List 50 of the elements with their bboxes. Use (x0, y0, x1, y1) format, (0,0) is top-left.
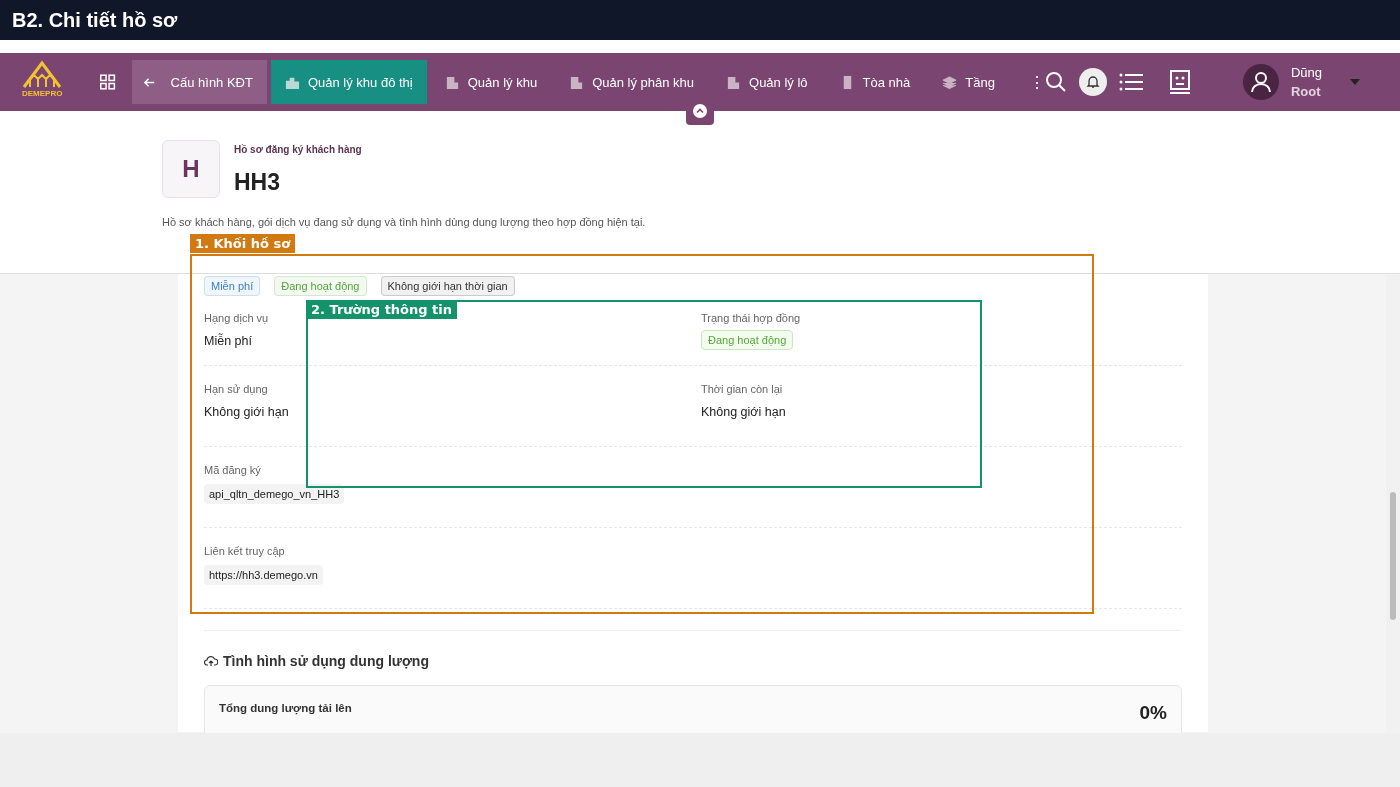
page-subtitle: Hồ sơ đăng ký khách hàng (234, 144, 362, 155)
bell-icon (1085, 75, 1100, 89)
notification-bell-button[interactable] (1078, 68, 1107, 96)
user-name: Dũng (1290, 65, 1322, 80)
building-icon (569, 74, 585, 90)
field-label: Trạng thái hợp đồng (701, 312, 802, 324)
field-label: Hạng dịch vụ (204, 312, 270, 324)
page-title: HH3 (234, 169, 281, 196)
field-label: Mã đăng ký (204, 464, 262, 476)
field-value: Miễn phí (204, 334, 252, 348)
scrollbar[interactable] (1386, 275, 1400, 733)
cloud-upload-icon (204, 655, 218, 667)
nav-tab[interactable]: Quản lý phân khu (555, 60, 709, 104)
page-description: Hồ sơ khách hàng, gói dịch vụ đang sử dụng và tình hình dùng dung lượng theo hợp đồng hiện tại. (162, 216, 647, 228)
nav-tab[interactable]: Tầng (928, 60, 1009, 104)
field-label: Thời gian còn lại (701, 383, 784, 395)
tag: Đang hoạt động (274, 276, 367, 296)
list-icon[interactable] (1118, 72, 1143, 92)
nav-tab[interactable]: Quản lý khu (430, 60, 552, 104)
more-menu-button[interactable]: ⋮ (1028, 72, 1045, 92)
annotation-label: 2. Trường thông tin (306, 300, 458, 319)
status-tag: Đang hoạt động (701, 330, 794, 350)
face-screen-icon[interactable] (1168, 70, 1191, 94)
user-avatar[interactable] (1242, 64, 1279, 100)
usage-percent: 0% (1139, 702, 1167, 725)
nav-tab[interactable]: Quản lý khu đô thị (270, 60, 427, 104)
field-label: Liên kết truy cập (204, 545, 286, 557)
profile-avatar: H (162, 140, 220, 198)
annotation-label: 1. Khối hồ sơ (190, 234, 296, 253)
section-title: Tình hình sử dụng dung lượng (223, 653, 429, 669)
search-icon[interactable] (1044, 71, 1067, 93)
layers-icon (942, 74, 958, 90)
field-value: Không giới hạn (701, 405, 786, 419)
field-value: api_qltn_demego_vn_HH3 (204, 484, 345, 504)
tag: Không giới hạn thời gian (380, 276, 515, 296)
apps-grid-icon[interactable] (100, 72, 116, 92)
field-label: Hạn sử dụng (204, 383, 269, 395)
video-caption: B2. Chi tiết hồ sơ (0, 0, 1400, 40)
nav-tab[interactable]: Quản lý lô (712, 60, 822, 104)
usage-label: Tổng dung lượng tải lên (219, 702, 352, 717)
building-icon (444, 74, 460, 90)
user-role: Root (1290, 84, 1322, 99)
field-value: https://hh3.demego.vn (204, 565, 323, 585)
building-icon (726, 74, 742, 90)
app-logo[interactable]: DEMEPRO (22, 59, 63, 105)
nav-tab[interactable]: Tòa nhà (825, 60, 925, 104)
tag: Miễn phí (204, 276, 261, 296)
back-button[interactable]: Cấu hình KĐT (131, 60, 267, 104)
chevron-up-icon (693, 104, 707, 118)
field-value: Không giới hạn (204, 405, 289, 419)
